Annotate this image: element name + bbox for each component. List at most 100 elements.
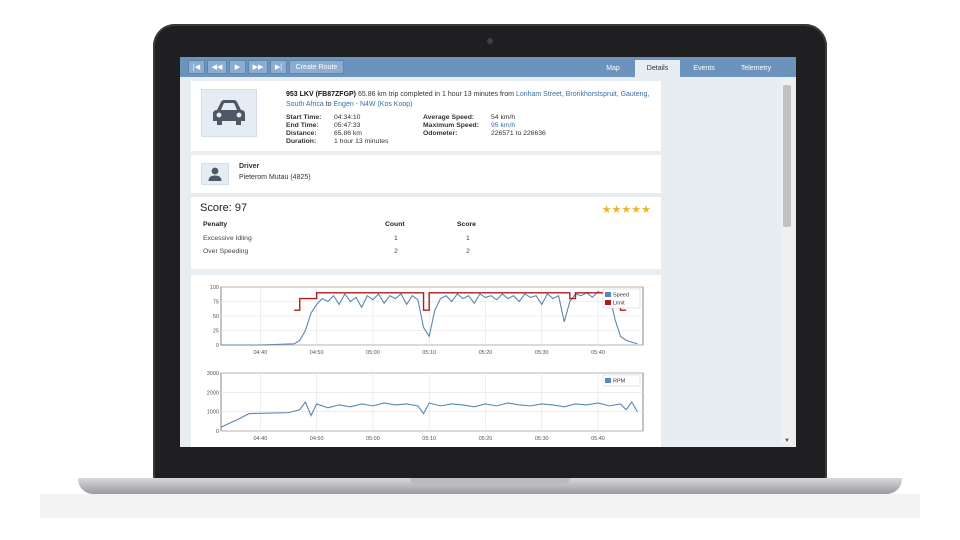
chart-legend: Speed Limit [602,288,641,309]
x-tick-label: 04:50 [310,350,324,356]
avg-speed-label: Average Speed: [423,114,475,121]
y-tick-label: 100 [210,285,219,291]
x-tick-label: 05:10 [422,350,436,356]
driver-avatar [201,163,229,185]
penalty-name: Over Speeding [203,248,249,255]
rewind-icon: ◀◀ [211,64,223,71]
trip-values-left: 04:34:10 05:47:33 65.86 km 1 hour 13 min… [334,114,419,146]
tab-map-label: Map [606,65,620,72]
trip-labels-right: Average Speed: Maximum Speed: Odometer: [423,114,498,138]
tab-telemetry[interactable]: Telemetry [728,60,784,77]
legend-label: RPM [613,379,626,385]
camera-icon [487,38,493,44]
vehicle-avatar [201,89,257,137]
penalty-count: 2 [394,248,398,255]
skip-start-icon: |◀ [192,64,201,71]
scrollbar-thumb[interactable] [783,85,791,227]
y-tick-label: 0 [216,343,219,349]
vertical-scrollbar[interactable]: ▼ [781,79,793,445]
count-header: Count [385,221,405,228]
max-speed-value[interactable]: 95 km/h [491,122,581,130]
x-tick-label: 04:40 [254,350,268,356]
y-tick-label: 25 [213,329,219,335]
app-screen: |◀ ◀◀ ▶ ▶▶ ▶| Create Route Map Details E… [180,57,796,447]
distance-label: Distance: [286,130,317,137]
start-time-value: 04:34:10 [334,114,361,121]
rpm-chart: 3000 2000 1000 0 04:40 04:50 05:00 05:10 05:20 05… [207,371,644,442]
scroll-down-icon[interactable]: ▼ [781,437,793,445]
tab-map[interactable]: Map [593,60,633,77]
y-tick-label: 0 [216,429,219,435]
x-tick-label: 05:00 [366,436,380,442]
trip-summary-text: 65.86 km trip completed in 1 hour 13 min… [356,91,516,98]
toolbar: |◀ ◀◀ ▶ ▶▶ ▶| Create Route Map Details E… [180,57,796,77]
y-tick-label: 50 [213,314,219,320]
penalty-header: Penalty [203,221,228,228]
odometer-label: Odometer: [423,130,458,137]
tab-details[interactable]: Details [635,60,680,77]
x-tick-label: 04:50 [310,436,324,442]
distance-value: 65.86 km [334,130,362,137]
tab-events-label: Events [693,65,715,72]
end-time-label: End Time: [286,122,319,129]
max-speed-label: Maximum Speed: [423,122,479,129]
score-header: Score [457,221,476,228]
laptop-notch [410,478,570,484]
y-tick-label: 1000 [207,410,219,416]
duration-value: 1 hour 13 minutes [334,138,389,145]
odometer-value: 226571 to 226636 [491,130,546,137]
start-time-label: Start Time: [286,114,322,121]
laptop-mockup: |◀ ◀◀ ▶ ▶▶ ▶| Create Route Map Details E… [0,0,960,540]
x-tick-label: 05:30 [535,350,549,356]
fast-forward-icon: ▶▶ [252,64,264,71]
driver-panel: Driver Pieterom Mutau (4825) [191,155,661,193]
user-icon [208,167,222,181]
avg-speed-value: 54 km/h [491,114,516,121]
driver-name[interactable]: Pieterom Mutau (4825) [239,174,311,181]
vehicle-id: 953 LKV (FB87ZFGP) [286,91,357,98]
tab-events[interactable]: Events [682,60,726,77]
laptop-shadow [40,494,920,518]
star-rating-icon: ★★★★★ [601,204,651,216]
legend-swatch [605,300,611,305]
tab-details-label: Details [646,65,669,72]
x-tick-label: 05:40 [591,436,605,442]
charts-panel: 100 75 50 25 0 04:40 04:50 05:00 05:10 05:20 05:30… [191,275,661,447]
legend-swatch [605,292,611,297]
skip-to-end-button[interactable]: ▶| [270,60,287,74]
y-tick-label: 75 [213,300,219,306]
score-title: Score: 97 [200,202,248,214]
trip-panel: 953 LKV (FB87ZFGP) 65.86 km trip complet… [191,81,661,151]
end-time-value: 05:47:33 [334,122,361,129]
speed-chart: 100 75 50 25 0 04:40 04:50 05:00 05:10 05:20 05:30… [210,285,644,356]
trip-destination-link[interactable]: Engen - N4W (Kos Koop) [333,101,412,108]
car-icon [213,100,245,125]
x-tick-label: 05:40 [591,350,605,356]
x-tick-label: 05:20 [479,436,493,442]
skip-to-start-button[interactable]: |◀ [188,60,205,74]
chart-legend: RPM [602,374,641,387]
fast-forward-button[interactable]: ▶▶ [248,60,268,74]
duration-label: Duration: [286,138,317,145]
plot-area [220,372,644,432]
x-tick-label: 05:30 [535,436,549,442]
x-tick-label: 05:20 [479,350,493,356]
play-icon: ▶ [234,64,241,71]
rewind-button[interactable]: ◀◀ [207,60,227,74]
score-panel: Score: 97 ★★★★★ Penalty Count Score Exce… [191,197,661,269]
driver-heading: Driver [239,163,260,170]
legend-label: Limit [613,301,625,307]
penalty-score: 1 [466,235,470,242]
penalty-name: Excessive Idling [203,235,252,242]
x-tick-label: 05:10 [422,436,436,442]
create-route-label: Create Route [295,63,338,71]
create-route-button[interactable]: Create Route [289,60,344,74]
legend-label: Speed [613,293,629,299]
x-tick-label: 05:00 [366,350,380,356]
play-button[interactable]: ▶ [229,60,246,74]
trip-summary: 953 LKV (FB87ZFGP) 65.86 km trip complet… [286,90,656,109]
skip-end-icon: ▶| [274,64,283,71]
x-tick-label: 04:40 [254,436,268,442]
legend-swatch [605,378,611,383]
y-tick-label: 3000 [207,371,219,377]
